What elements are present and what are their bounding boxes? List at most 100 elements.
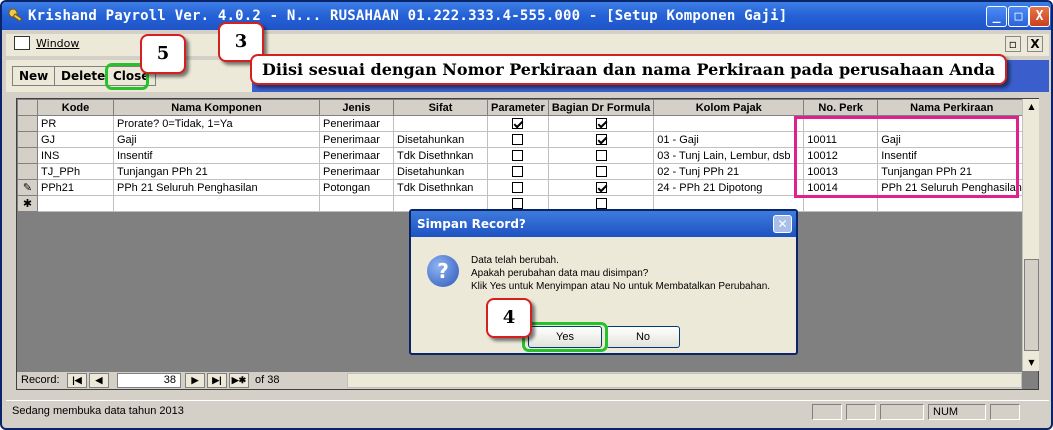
scroll-thumb[interactable] — [1024, 259, 1039, 351]
dialog-line-3: Klik Yes untuk Menyimpan atau No untuk M… — [471, 281, 771, 292]
checkbox-unchecked-icon[interactable] — [512, 166, 524, 178]
dialog-close-icon[interactable]: ✕ — [773, 215, 792, 233]
cell-kolom-pajak[interactable]: 24 - PPh 21 Dipotong — [653, 179, 805, 196]
scroll-down-icon[interactable]: ▼ — [1024, 355, 1039, 370]
cell-jenis[interactable] — [319, 195, 394, 212]
checkbox-unchecked-icon[interactable] — [595, 198, 607, 210]
cell-formula-checkbox[interactable] — [547, 115, 655, 132]
cell-nama-komponen[interactable]: Tunjangan PPh 21 — [113, 163, 320, 180]
menu-window-label: Window — [36, 36, 80, 50]
last-record-icon[interactable]: ▶| — [207, 373, 227, 388]
row-selector — [17, 147, 38, 164]
yes-highlight — [522, 322, 608, 352]
checkbox-unchecked-icon[interactable] — [512, 198, 524, 210]
cell-formula-checkbox[interactable] — [547, 179, 655, 196]
cell-parameter-checkbox[interactable] — [487, 115, 549, 132]
cell-kode[interactable]: GJ — [37, 131, 114, 148]
perkiraan-highlight — [794, 116, 1019, 198]
cell-kolom-pajak[interactable]: 01 - Gaji — [653, 131, 805, 148]
checkbox-checked-icon[interactable] — [595, 134, 607, 146]
cell-jenis[interactable]: Penerimaar — [319, 131, 394, 148]
dialog-title: Simpan Record? — [411, 211, 796, 237]
cell-formula-checkbox[interactable] — [547, 163, 655, 180]
cell-nama-komponen[interactable]: Gaji — [113, 131, 320, 148]
cell-kode[interactable]: TJ_PPh — [37, 163, 114, 180]
vertical-scrollbar[interactable]: ▲ ▼ — [1022, 99, 1039, 371]
record-total: of 38 — [255, 374, 280, 386]
instruction-note: Diisi sesuai dengan Nomor Perkiraan dan … — [250, 54, 1007, 85]
col-bagian-formula[interactable]: Bagian Dr Formula — [547, 99, 655, 116]
cell-jenis[interactable]: Potongan — [319, 179, 394, 196]
row-selector — [17, 115, 38, 132]
cell-kode[interactable]: PR — [37, 115, 114, 132]
cell-sifat[interactable] — [393, 115, 488, 132]
row-selector — [17, 163, 38, 180]
col-parameter[interactable]: Parameter — [487, 99, 549, 116]
mdi-close-button[interactable]: X — [1027, 36, 1043, 52]
col-nama-komponen[interactable]: Nama Komponen — [113, 99, 320, 116]
cell-parameter-checkbox[interactable] — [487, 147, 549, 164]
horizontal-scrollbar[interactable] — [347, 373, 1022, 388]
menu-window[interactable]: Window — [14, 36, 79, 50]
checkbox-unchecked-icon[interactable] — [512, 150, 524, 162]
cell-parameter-checkbox[interactable] — [487, 131, 549, 148]
cell-nama-komponen[interactable]: Prorate? 0=Tidak, 1=Ya — [113, 115, 320, 132]
delete-button[interactable]: Delete — [54, 66, 113, 86]
minimize-button[interactable]: _ — [986, 6, 1007, 27]
cell-jenis[interactable]: Penerimaar — [319, 163, 394, 180]
cell-sifat[interactable]: Disetahunkan — [393, 163, 488, 180]
cell-kode[interactable] — [37, 195, 114, 212]
cell-formula-checkbox[interactable] — [547, 147, 655, 164]
save-record-dialog: Simpan Record? ✕ ? Data telah berubah. A… — [409, 209, 798, 355]
num-lock-indicator: NUM — [928, 404, 986, 420]
col-kolom-pajak[interactable]: Kolom Pajak — [653, 99, 805, 116]
close-window-button[interactable]: X — [1029, 6, 1050, 27]
cell-kode[interactable]: PPh21 — [37, 179, 114, 196]
new-button[interactable]: New — [12, 66, 56, 86]
checkbox-unchecked-icon[interactable] — [512, 182, 524, 194]
checkbox-checked-icon[interactable] — [512, 118, 524, 130]
checkbox-unchecked-icon[interactable] — [595, 166, 607, 178]
cell-kode[interactable]: INS — [37, 147, 114, 164]
next-record-icon[interactable]: ▶ — [185, 373, 205, 388]
cell-parameter-checkbox[interactable] — [487, 179, 549, 196]
new-record-icon[interactable]: ▶✱ — [229, 373, 249, 388]
checkbox-checked-icon[interactable] — [595, 118, 607, 130]
title-bar[interactable]: Krishand Payroll Ver. 4.0.2 - N... RUSAH… — [2, 2, 1051, 30]
status-panel — [880, 404, 924, 420]
no-button[interactable]: No — [606, 326, 680, 348]
cell-kolom-pajak[interactable]: 02 - Tunj PPh 21 — [653, 163, 805, 180]
col-nama-perkiraan[interactable]: Nama Perkiraan — [877, 99, 1027, 116]
question-icon: ? — [427, 255, 459, 287]
cell-jenis[interactable]: Penerimaar — [319, 115, 394, 132]
checkbox-checked-icon[interactable] — [595, 182, 607, 194]
record-number-input[interactable]: 38 — [117, 373, 181, 388]
cell-formula-checkbox[interactable] — [547, 131, 655, 148]
cell-parameter-checkbox[interactable] — [487, 163, 549, 180]
maximize-button[interactable]: □ — [1008, 6, 1029, 27]
prev-record-icon[interactable]: ◀ — [89, 373, 109, 388]
cell-sifat[interactable]: Disetahunkan — [393, 131, 488, 148]
first-record-icon[interactable]: |◀ — [67, 373, 87, 388]
cell-sifat[interactable]: Tdk Disethnkan — [393, 147, 488, 164]
cell-kolom-pajak[interactable] — [653, 115, 805, 132]
cell-sifat[interactable]: Tdk Disethnkan — [393, 179, 488, 196]
col-kode[interactable]: Kode — [37, 99, 114, 116]
col-jenis[interactable]: Jenis — [319, 99, 394, 116]
cell-jenis[interactable]: Penerimaar — [319, 147, 394, 164]
window-title: Krishand Payroll Ver. 4.0.2 - N... RUSAH… — [28, 8, 788, 24]
cell-kolom-pajak[interactable]: 03 - Tunj Lain, Lembur, dsb — [653, 147, 805, 164]
col-sifat[interactable]: Sifat — [393, 99, 488, 116]
app-window: Krishand Payroll Ver. 4.0.2 - N... RUSAH… — [0, 0, 1053, 430]
mdi-restore-button[interactable]: ▫ — [1004, 36, 1021, 52]
checkbox-unchecked-icon[interactable] — [512, 134, 524, 146]
col-no-perk[interactable]: No. Perk — [803, 99, 879, 116]
mdi-controls: ▫ X — [1003, 36, 1043, 52]
cell-nama-komponen[interactable]: PPh 21 Seluruh Penghasilan — [113, 179, 320, 196]
scroll-up-icon[interactable]: ▲ — [1024, 99, 1039, 114]
cell-nama-komponen[interactable]: Insentif — [113, 147, 320, 164]
checkbox-unchecked-icon[interactable] — [595, 150, 607, 162]
callout-5: 5 — [140, 34, 186, 74]
status-message: Sedang membuka data tahun 2013 — [12, 405, 184, 417]
cell-nama-komponen[interactable] — [113, 195, 320, 212]
